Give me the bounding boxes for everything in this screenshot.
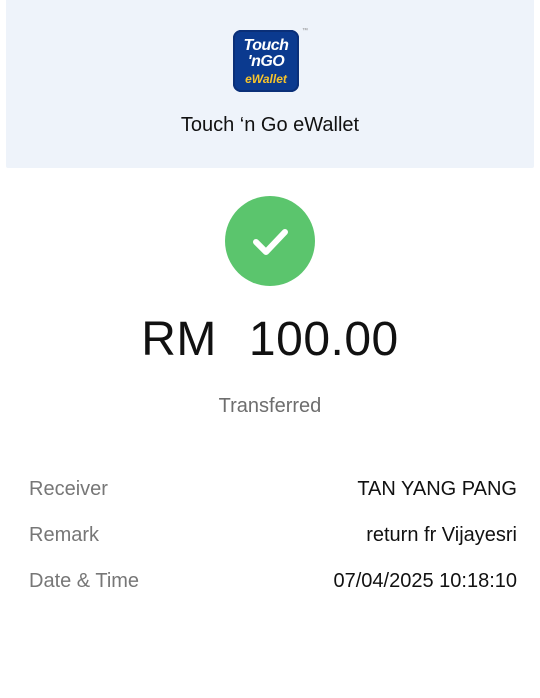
- logo-line-3: eWallet: [245, 72, 287, 86]
- app-name: Touch ‘n Go eWallet: [180, 114, 360, 136]
- success-check-icon: [225, 196, 315, 286]
- receiver-row: Receiver TAN YANG PANG: [29, 478, 517, 508]
- amount-currency: RM: [141, 313, 217, 366]
- logo-line-1: Touch: [243, 37, 289, 54]
- amount-value: 100.00: [248, 313, 399, 366]
- receiver-value: TAN YANG PANG: [357, 478, 517, 500]
- receipt-header: Touch 'nGO eWallet: [6, 0, 534, 168]
- touch-n-go-logo: Touch 'nGO eWallet: [233, 30, 299, 92]
- remark-label: Remark: [29, 524, 100, 546]
- receipt-page: Touch 'nGO eWallet ™ Touch ‘n Go eWallet…: [0, 0, 540, 698]
- remark-row: Remark return fr Vijayesri: [29, 524, 517, 554]
- logo-line-2: 'nGO: [247, 53, 285, 70]
- transfer-amount: RM 100.00: [0, 312, 540, 367]
- check-icon: [253, 229, 288, 255]
- datetime-label: Date & Time: [29, 570, 140, 592]
- transfer-status: Transferred: [218, 395, 322, 417]
- datetime-row: Date & Time 07/04/2025 10:18:10: [29, 570, 517, 600]
- receiver-label: Receiver: [29, 478, 108, 500]
- datetime-value: 07/04/2025 10:18:10: [333, 570, 517, 592]
- trademark-mark: ™: [302, 28, 308, 34]
- remark-value: return fr Vijayesri: [366, 524, 517, 546]
